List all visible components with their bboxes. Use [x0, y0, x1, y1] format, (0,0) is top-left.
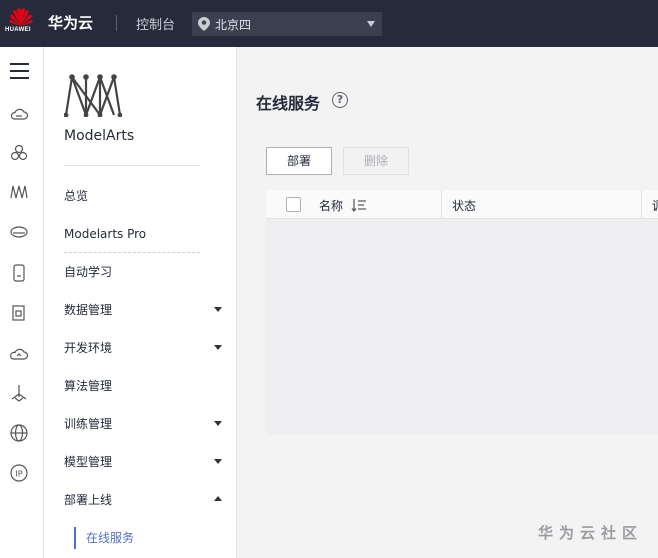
- column-header-status: 状态: [452, 199, 477, 213]
- main-content: 在线服务 ? 部署 删除 名称 状态 调: [237, 47, 658, 558]
- globe-icon[interactable]: [9, 423, 29, 443]
- nav-item-modelarts-pro[interactable]: Modelarts Pro: [64, 215, 224, 253]
- nav-item-label: 算法管理: [64, 379, 113, 393]
- expand-down-icon: [214, 459, 222, 464]
- select-all-checkbox[interactable]: [286, 197, 301, 212]
- expand-down-icon: [214, 345, 222, 350]
- ip-icon[interactable]: IP: [9, 463, 29, 483]
- top-bar: HUAWEI 华为云 控制台 北京四: [0, 0, 658, 47]
- nav-item-label: 训练管理: [64, 417, 113, 431]
- nav-subitem-online-service[interactable]: 在线服务: [74, 527, 204, 549]
- region-label: 北京四: [215, 18, 252, 32]
- service-icon-rail: IP: [0, 47, 44, 558]
- service-title: ModelArts: [64, 128, 135, 144]
- expand-down-icon: [214, 421, 222, 426]
- nav-item-label: 模型管理: [64, 455, 113, 469]
- delete-button[interactable]: 删除: [343, 147, 409, 175]
- help-icon[interactable]: ?: [332, 92, 348, 108]
- nav-item-model-management[interactable]: 模型管理: [64, 443, 224, 481]
- huawei-logo-text: HUAWEI: [5, 27, 31, 33]
- collapse-up-icon: [214, 496, 222, 501]
- nav-item-label: 数据管理: [64, 303, 113, 317]
- cloud-icon[interactable]: [9, 344, 29, 364]
- modelarts-icon[interactable]: [9, 182, 29, 202]
- svg-text:IP: IP: [15, 470, 22, 479]
- nav-item-auto-learning[interactable]: 自动学习: [64, 253, 224, 291]
- topbar-divider: [116, 15, 117, 31]
- watermark: 华为云社区: [538, 524, 644, 542]
- deploy-button[interactable]: 部署: [266, 147, 332, 175]
- modelarts-logo-icon: [64, 74, 122, 117]
- column-header-name[interactable]: 名称: [319, 197, 343, 214]
- chevron-down-icon: [367, 21, 375, 27]
- expand-down-icon: [214, 307, 222, 312]
- database-icon[interactable]: [9, 223, 29, 243]
- phone-icon[interactable]: [9, 263, 29, 283]
- nav-item-overview[interactable]: 总览: [64, 177, 224, 215]
- huawei-logo[interactable]: [6, 6, 36, 40]
- nav-item-deployment[interactable]: 部署上线: [64, 481, 224, 519]
- network-icon[interactable]: [9, 383, 29, 403]
- page-title: 在线服务: [256, 94, 321, 113]
- nav-item-label: 自动学习: [64, 265, 113, 279]
- nav-item-dev-environment[interactable]: 开发环境: [64, 329, 224, 367]
- nav-item-label: 部署上线: [64, 493, 113, 507]
- column-divider: [641, 190, 642, 219]
- console-link[interactable]: 控制台: [136, 14, 175, 33]
- document-icon[interactable]: [9, 303, 29, 323]
- side-navigation: ModelArts 总览 Modelarts Pro 自动学习 数据管理 开发环…: [44, 47, 237, 558]
- nav-item-training-management[interactable]: 训练管理: [64, 405, 224, 443]
- column-header-partial: 调: [652, 197, 658, 214]
- table-header: 名称 状态 调: [266, 190, 658, 219]
- services-table: 名称 状态 调: [266, 190, 658, 435]
- nav-item-label: 开发环境: [64, 341, 113, 355]
- nav-item-data-management[interactable]: 数据管理: [64, 291, 224, 329]
- location-pin-icon: [198, 17, 210, 31]
- divider: [64, 165, 200, 166]
- menu-icon[interactable]: [10, 63, 29, 79]
- cluster-icon[interactable]: [9, 143, 29, 163]
- nav-item-label: 总览: [64, 189, 89, 203]
- cloud-server-icon[interactable]: [9, 105, 29, 125]
- sort-icon[interactable]: [351, 198, 367, 212]
- brand-title[interactable]: 华为云: [48, 12, 93, 33]
- region-selector[interactable]: 北京四: [192, 12, 382, 36]
- column-divider: [441, 190, 442, 219]
- nav-item-label: Modelarts Pro: [64, 227, 147, 241]
- nav-item-algorithm-management[interactable]: 算法管理: [64, 367, 224, 405]
